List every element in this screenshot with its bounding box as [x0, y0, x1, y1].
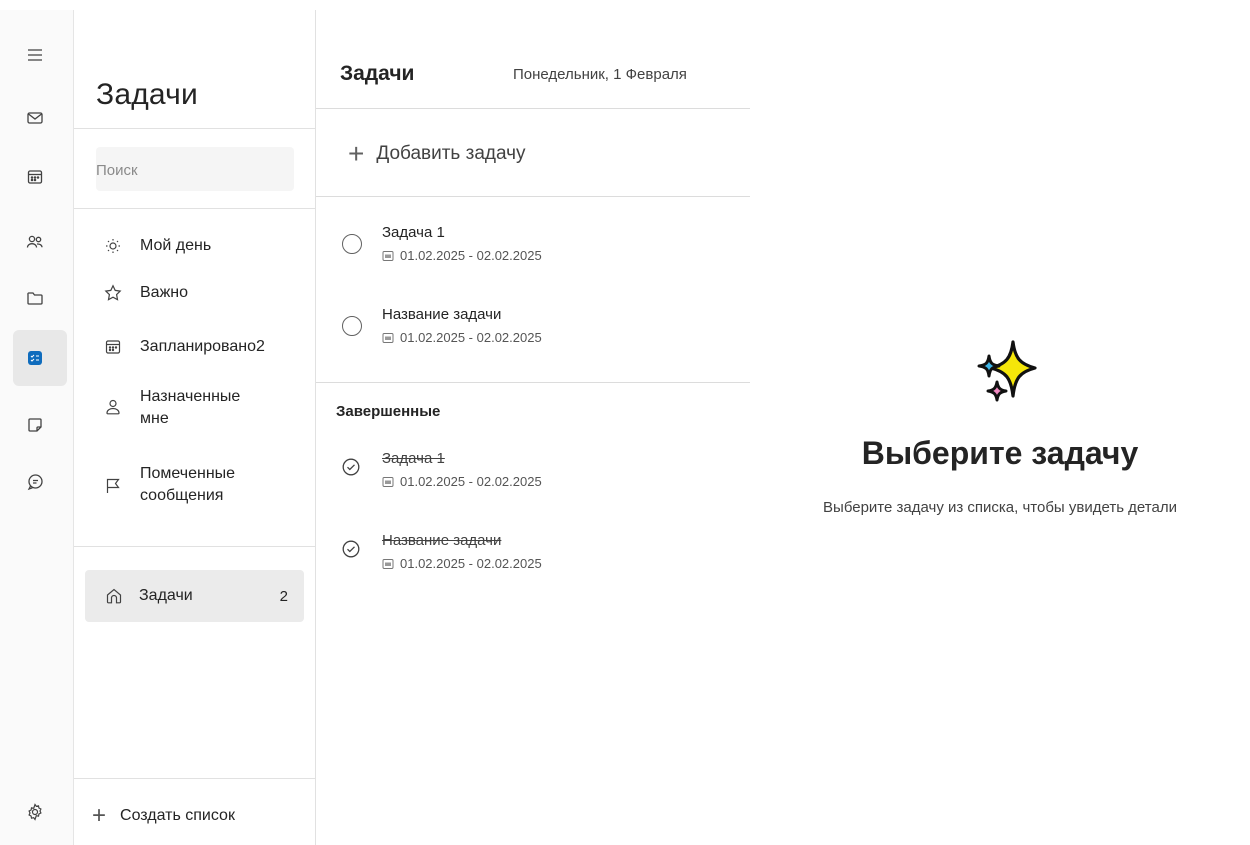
task-dates: 01.02.2025 - 02.02.2025 [382, 556, 542, 571]
pane-title: Задачи [96, 78, 198, 111]
complete-radio[interactable] [342, 234, 362, 254]
nav-item-label: Важно [140, 284, 189, 301]
person-icon [102, 396, 124, 418]
search-input[interactable]: Поиск [96, 147, 294, 191]
search-placeholder: Поиск [96, 162, 138, 179]
task-list-title: Задачи [340, 62, 415, 85]
task-title: Задача 1 [382, 450, 445, 467]
nav-item-label: Запланировано2 [140, 338, 265, 355]
task-title: Задача 1 [382, 224, 445, 241]
task-title: Название задачи [382, 532, 502, 549]
divider [316, 382, 750, 383]
plus-icon: + [92, 802, 107, 829]
checkmark-circle-icon[interactable] [342, 458, 360, 476]
add-task-label: Добавить задачу [376, 143, 526, 164]
app-rail [0, 10, 74, 845]
flag-icon [102, 475, 124, 497]
checkmark-circle-icon[interactable] [342, 540, 360, 558]
nav-item-my-day[interactable]: Мой день [102, 235, 312, 257]
divider [74, 546, 316, 547]
list-item-tasks[interactable]: Задачи 2 [85, 570, 304, 622]
complete-radio[interactable] [342, 316, 362, 336]
calendar-icon [382, 476, 394, 487]
sparkles-icon [977, 340, 1037, 402]
notes-icon[interactable] [18, 408, 52, 442]
plus-icon: + [348, 138, 365, 169]
nav-item-label: Назначенные мне [140, 388, 241, 427]
nav-item-label: Помеченные сообщения [140, 465, 236, 504]
task-list-pane: Задачи Понедельник, 1 Февраля + Добавить… [316, 10, 750, 845]
task-dates-text: 01.02.2025 - 02.02.2025 [400, 330, 542, 345]
empty-state-title: Выберите задачу [861, 435, 1139, 471]
empty-state-subtitle: Выберите задачу из списка, чтобы увидеть… [823, 499, 1177, 516]
todo-icon[interactable] [18, 341, 52, 375]
chat-icon[interactable] [18, 465, 52, 499]
create-list-button[interactable]: + Создать список [92, 802, 302, 829]
star-icon [102, 282, 124, 304]
nav-item-planned[interactable]: Запланировано2 [102, 336, 312, 358]
nav-item-flagged[interactable]: Помеченные сообщения [102, 463, 312, 507]
nav-item-important[interactable]: Важно [102, 282, 312, 304]
task-dates: 01.02.2025 - 02.02.2025 [382, 330, 542, 345]
task-list-date: Понедельник, 1 Февраля [513, 66, 687, 83]
mail-icon[interactable] [18, 101, 52, 135]
calendar-icon [382, 558, 394, 569]
task-dates-text: 01.02.2025 - 02.02.2025 [400, 474, 542, 489]
calendar-icon [382, 250, 394, 261]
task-dates-text: 01.02.2025 - 02.02.2025 [400, 248, 542, 263]
home-icon [103, 585, 125, 607]
menu-icon[interactable] [18, 38, 52, 72]
list-item-count: 2 [279, 587, 288, 605]
task-title: Название задачи [382, 306, 502, 323]
create-list-label: Создать список [120, 807, 235, 824]
list-item-label: Задачи [139, 587, 193, 604]
calendar-icon [102, 336, 124, 358]
task-dates: 01.02.2025 - 02.02.2025 [382, 474, 542, 489]
folder-icon[interactable] [18, 281, 52, 315]
detail-empty-state: Выберите задачу Выберите задачу из списк… [750, 10, 1250, 845]
settings-icon[interactable] [18, 795, 52, 829]
add-task-button[interactable]: + Добавить задачу [348, 138, 526, 169]
nav-item-label: Мой день [140, 237, 212, 254]
folder-pane: Задачи Поиск Мой день Важно Запланирован… [74, 10, 316, 845]
nav-item-assigned[interactable]: Назначенные мне [102, 386, 312, 430]
completed-section-label: Завершенные [336, 403, 441, 420]
divider [74, 128, 316, 129]
calendar-icon [382, 332, 394, 343]
task-dates-text: 01.02.2025 - 02.02.2025 [400, 556, 542, 571]
divider [316, 108, 750, 109]
divider [316, 196, 750, 197]
task-dates: 01.02.2025 - 02.02.2025 [382, 248, 542, 263]
calendar-icon[interactable] [18, 160, 52, 194]
sun-icon [102, 235, 124, 257]
people-icon[interactable] [18, 225, 52, 259]
divider [74, 778, 316, 779]
divider [74, 208, 316, 209]
